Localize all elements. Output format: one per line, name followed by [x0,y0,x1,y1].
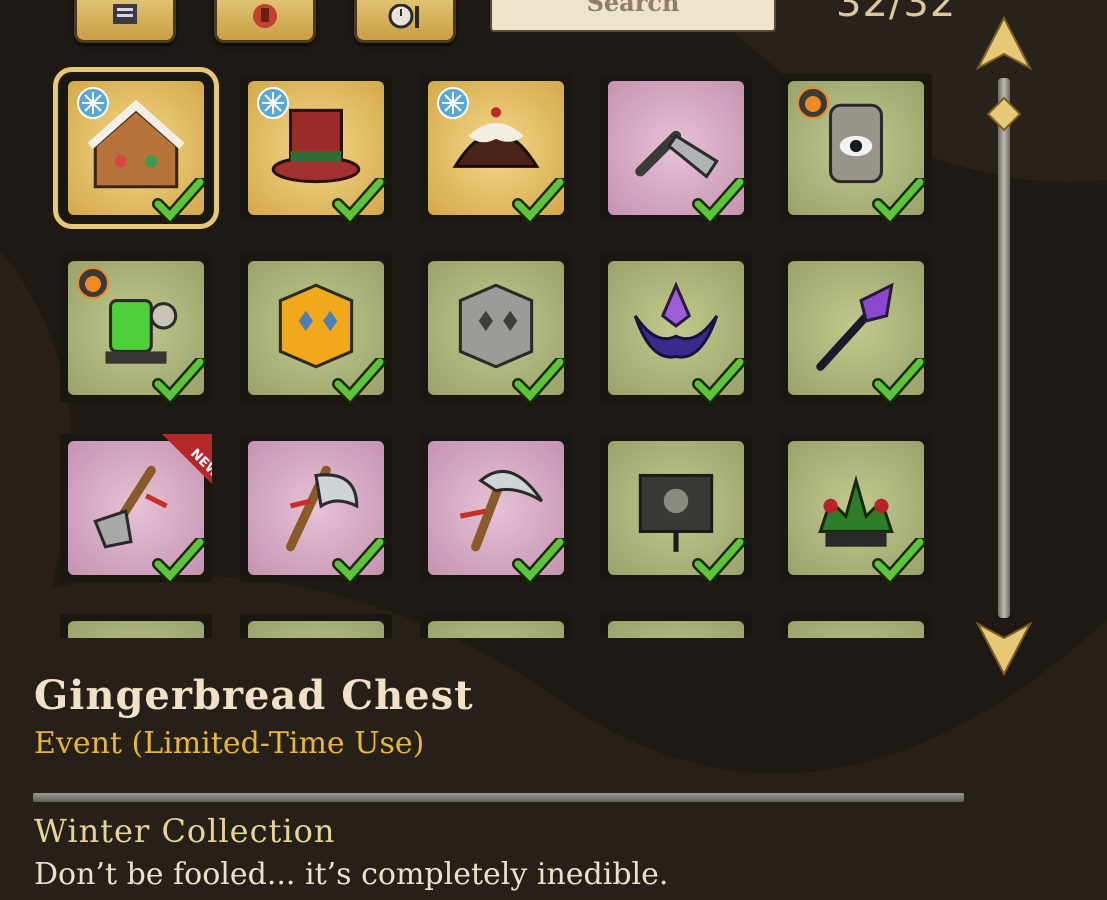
armor-icon [113,4,137,24]
grid-slot-war-banner[interactable] [600,434,752,584]
scrollbar-thumb[interactable] [986,96,1022,132]
pumpkin-badge-icon [77,267,109,299]
arrow-down-icon[interactable] [976,620,1032,676]
owned-checkmark-icon [152,538,206,584]
owned-checkmark-icon [332,358,386,404]
item-grid: NEW [40,60,960,638]
item-collection: Winter Collection [34,812,336,850]
slot-background [248,621,384,638]
slot-background [68,621,204,638]
item-rarity: Event (Limited-Time Use) [34,726,425,761]
grid-slot-razor[interactable] [600,74,752,224]
owned-checkmark-icon [872,178,926,224]
owned-checkmark-icon [152,358,206,404]
grid-slot-tribal-pickaxe[interactable] [420,434,572,584]
grid-slot-partial[interactable] [240,614,392,638]
grid-slot-mad-science-machine[interactable] [60,254,212,404]
owned-checkmark-icon [872,538,926,584]
owned-checkmark-icon [512,358,566,404]
snowflake-badge-icon [77,87,109,119]
lantern-icon [253,4,277,28]
arrow-up-icon[interactable] [976,16,1032,72]
slot-background [608,621,744,638]
item-description: Don’t be fooled... it’s completely inedi… [34,857,669,892]
clock-icon [388,4,419,29]
owned-checkmark-icon [692,538,746,584]
owned-checkmark-icon [512,538,566,584]
slot-background [788,621,924,638]
owned-checkmark-icon [692,178,746,224]
grid-slot-spiked-crown[interactable] [780,434,932,584]
scrollbar-track[interactable] [998,78,1010,618]
grid-slot-crystal-horns[interactable] [600,254,752,404]
pumpkin-badge-icon [797,87,829,119]
grid-slot-crystal-staff[interactable] [780,254,932,404]
owned-checkmark-icon [332,538,386,584]
item-name: Gingerbread Chest [34,672,474,719]
grid-slot-tribal-shovel[interactable]: NEW [60,434,212,584]
filter-tab-armor[interactable] [74,0,176,43]
grid-slot-festive-top-hat[interactable] [240,74,392,224]
grid-slot-partial[interactable] [420,614,572,638]
snowflake-badge-icon [437,87,469,119]
grid-slot-bandaged-eye-item[interactable] [780,74,932,224]
owned-checkmark-icon [152,178,206,224]
filter-tab-time[interactable] [354,0,456,43]
grid-slot-golden-block[interactable] [240,254,392,404]
search-input[interactable]: Search [490,0,776,32]
owned-checkmark-icon [872,358,926,404]
grid-slot-tribal-axe[interactable] [240,434,392,584]
owned-checkmark-icon [512,178,566,224]
grid-slot-partial[interactable] [60,614,212,638]
slot-background [428,621,564,638]
grid-slot-partial[interactable] [780,614,932,638]
grid-slot-gingerbread-chest[interactable] [53,67,219,229]
grid-slot-pudding-hat[interactable] [420,74,572,224]
grid-slot-partial[interactable] [600,614,752,638]
owned-checkmark-icon [692,358,746,404]
grid-slot-stone-block[interactable] [420,254,572,404]
snowflake-badge-icon [257,87,289,119]
filter-tab-light[interactable] [214,0,316,43]
divider [33,793,964,802]
item-counter: 32/32 [836,0,957,26]
new-tag: NEW [162,434,212,484]
owned-checkmark-icon [332,178,386,224]
